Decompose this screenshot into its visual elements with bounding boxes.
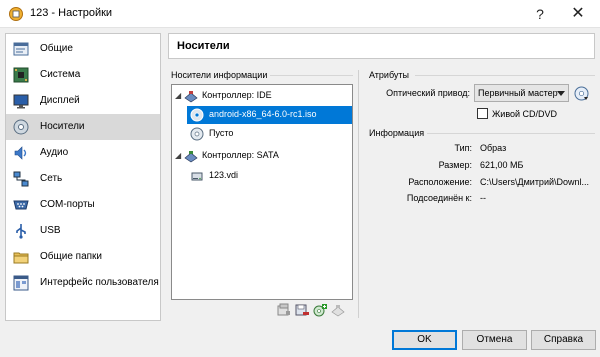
info-value-attached-to: -- <box>480 193 486 203</box>
sidebar-item-network[interactable]: Сеть <box>6 166 160 192</box>
optical-drive-select[interactable]: Первичный мастер <box>474 84 569 102</box>
tree-item-optical-disk[interactable]: android-x86_64-6.0-rc1.iso <box>187 106 352 124</box>
sidebar-item-display[interactable]: Дисплей <box>6 88 160 114</box>
sidebar-item-label: Общие <box>40 43 73 54</box>
chevron-down-icon <box>557 91 565 96</box>
sidebar-item-usb[interactable]: USB <box>6 218 160 244</box>
tree-item-empty-drive[interactable]: Пусто <box>187 125 352 143</box>
tree-item-hard-disk[interactable]: 123.vdi <box>187 167 352 185</box>
sidebar-item-serial-ports[interactable]: COM-порты <box>6 192 160 218</box>
sidebar-item-system[interactable]: Система <box>6 62 160 88</box>
info-key-attached-to: Подсоединён к: <box>406 193 472 203</box>
close-window-button[interactable]: ✕ <box>558 0 598 28</box>
sidebar-item-label: Сеть <box>40 173 63 184</box>
sidebar-item-label: Общие папки <box>40 251 103 262</box>
optical-disk-icon <box>190 127 204 141</box>
virtualbox-app-icon <box>9 7 23 21</box>
help-title-button[interactable]: ? <box>520 0 560 28</box>
tree-item-label: android-x86_64-6.0-rc1.iso <box>209 109 317 119</box>
usb-icon <box>16 224 26 239</box>
panel-splitter[interactable] <box>358 70 359 318</box>
information-label: Информация <box>369 128 425 138</box>
sidebar-item-user-interface[interactable]: Интерфейс пользователя <box>6 270 160 296</box>
audio-icon <box>14 146 27 160</box>
group-divider <box>415 75 595 76</box>
info-key-location: Расположение: <box>408 177 472 187</box>
sidebar-item-label: Аудио <box>40 147 69 158</box>
optical-drive-label: Оптический привод: <box>386 88 470 98</box>
optical-disk-icon <box>190 108 204 122</box>
storage-devices-label: Носители информации <box>171 70 268 80</box>
general-icon <box>13 42 29 56</box>
ok-button[interactable]: OK <box>392 330 457 350</box>
ide-controller-icon <box>184 91 198 103</box>
tree-item-label: Контроллер: IDE <box>202 90 272 100</box>
storage-icon <box>13 119 29 135</box>
tree-item-ide-controller[interactable]: ◢ Контроллер: IDE <box>172 87 352 105</box>
sidebar-item-audio[interactable]: Аудио <box>6 140 160 166</box>
window-title: 123 - Настройки <box>30 7 113 19</box>
page-title: Носители <box>177 40 230 52</box>
sidebar-item-label: COM-порты <box>40 199 95 210</box>
shared-folder-icon <box>13 252 29 264</box>
add-attachment-icon[interactable] <box>313 303 327 317</box>
group-divider <box>270 75 353 76</box>
user-interface-icon <box>13 275 29 291</box>
info-value-type: Образ <box>480 143 507 153</box>
collapse-arrow-icon[interactable]: ◢ <box>175 152 183 160</box>
sidebar-item-shared-folders[interactable]: Общие папки <box>6 244 160 270</box>
tree-item-label: 123.vdi <box>209 170 239 180</box>
sidebar-item-storage[interactable]: Носители <box>6 114 160 140</box>
sata-controller-icon <box>184 151 198 163</box>
info-key-size: Размер: <box>438 160 472 170</box>
tree-item-label: Пусто <box>209 128 234 138</box>
serial-port-icon <box>13 200 29 210</box>
info-key-type: Тип: <box>454 143 472 153</box>
display-icon <box>13 94 29 109</box>
storage-tree[interactable]: ◢ Контроллер: IDE android-x86_64-6.0-rc1… <box>171 84 353 300</box>
settings-category-list: Общие Система Дисплей Носители Аудио Сет… <box>5 33 161 321</box>
cancel-button[interactable]: Отмена <box>462 330 527 350</box>
choose-disk-icon[interactable] <box>574 86 589 101</box>
network-icon <box>13 171 29 187</box>
tree-item-sata-controller[interactable]: ◢ Контроллер: SATA <box>172 147 352 165</box>
info-value-location: C:\Users\Дмитрий\Downl... <box>480 177 590 187</box>
live-cd-checkbox[interactable] <box>477 108 488 119</box>
help-button[interactable]: Справка <box>531 330 596 350</box>
attributes-label: Атрибуты <box>369 70 410 80</box>
sidebar-item-label: Носители <box>40 121 85 132</box>
group-divider <box>427 133 595 134</box>
page-title-box: Носители <box>168 33 595 59</box>
motherboard-icon <box>13 67 29 83</box>
title-bar: 123 - Настройки ? ✕ <box>0 0 600 28</box>
sidebar-item-label: Система <box>40 69 81 80</box>
hard-disk-icon <box>191 172 203 181</box>
add-controller-icon[interactable] <box>277 303 291 317</box>
collapse-arrow-icon[interactable]: ◢ <box>175 92 183 100</box>
sidebar-item-general[interactable]: Общие <box>6 36 160 62</box>
live-cd-label: Живой CD/DVD <box>492 109 558 119</box>
optical-drive-value: Первичный мастер <box>478 88 558 98</box>
remove-attachment-icon[interactable] <box>331 303 345 317</box>
info-value-size: 621,00 МБ <box>480 160 524 170</box>
sidebar-item-label: Интерфейс пользователя <box>40 277 159 288</box>
remove-controller-icon[interactable] <box>295 303 309 317</box>
sidebar-item-label: Дисплей <box>40 95 80 106</box>
sidebar-item-label: USB <box>40 225 61 236</box>
tree-item-label: Контроллер: SATA <box>202 150 279 160</box>
